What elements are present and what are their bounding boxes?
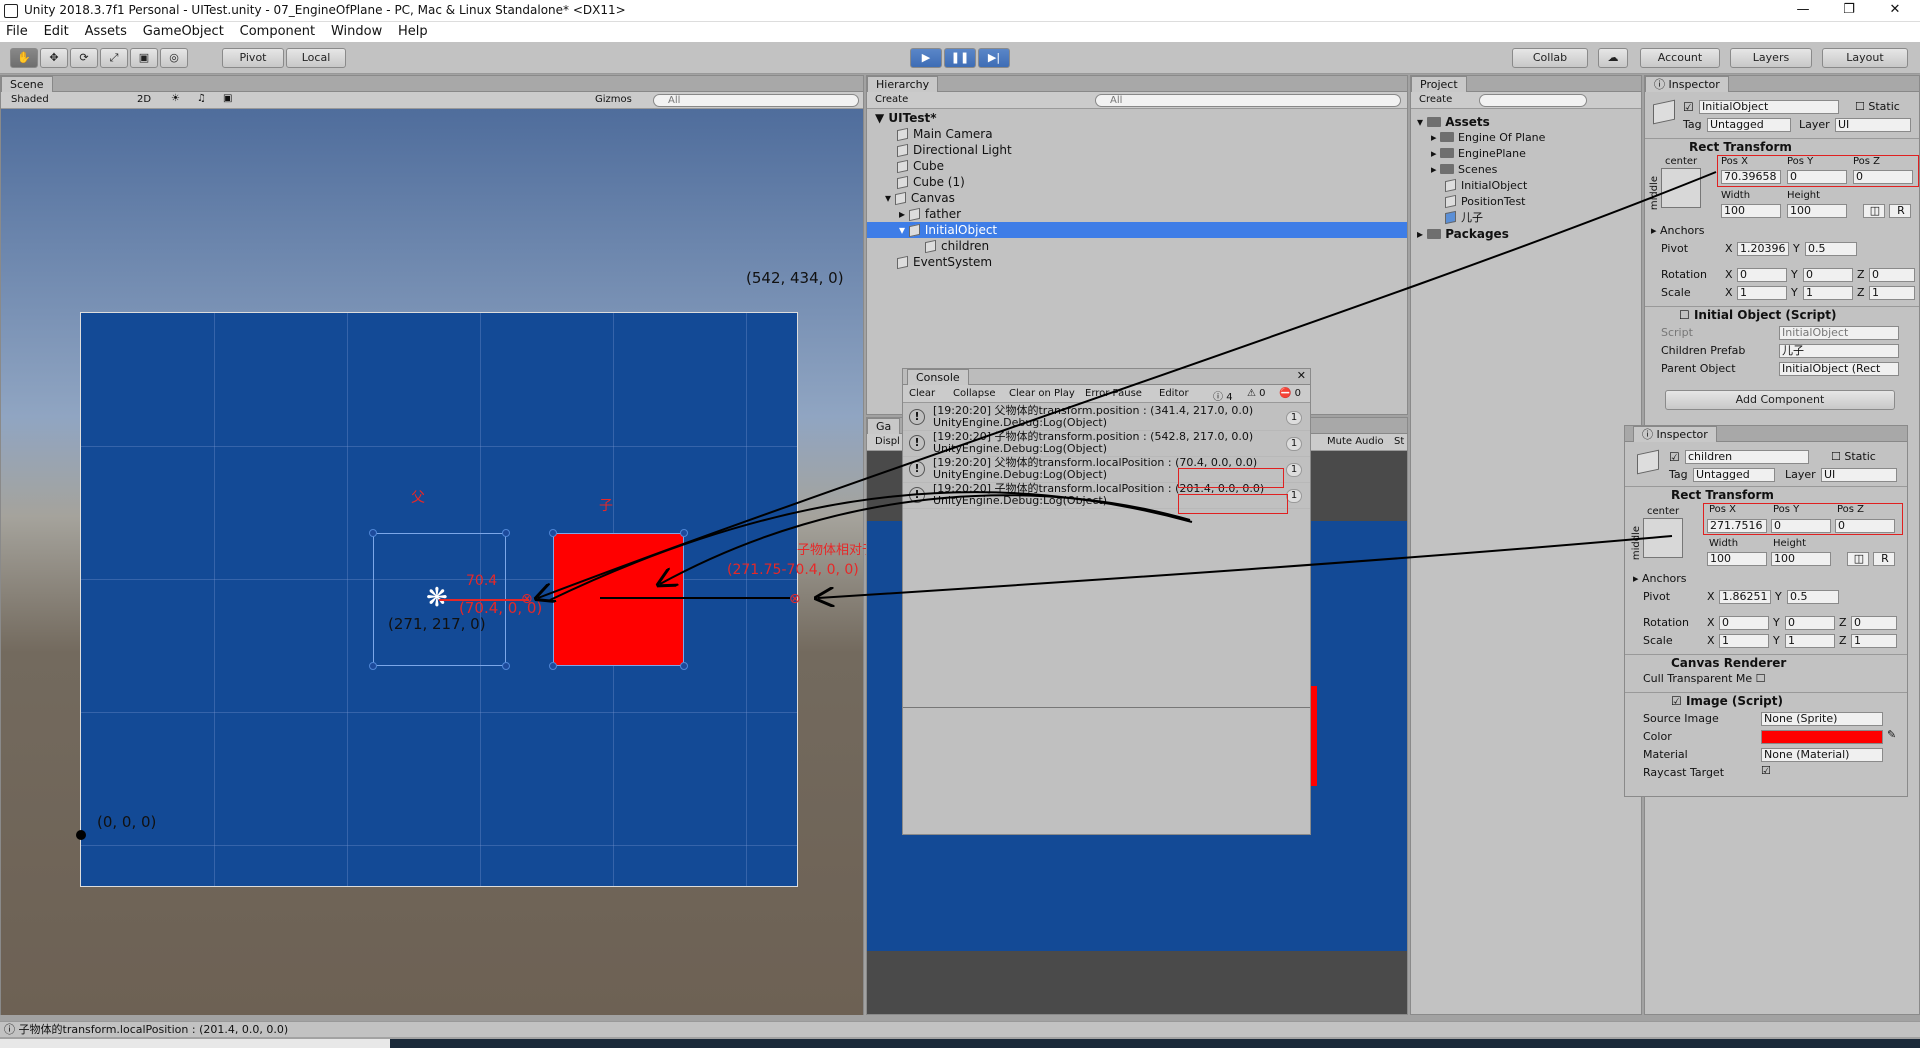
taskbar-search[interactable] bbox=[0, 1039, 390, 1048]
annotation-arrows bbox=[0, 171, 1717, 1048]
arrow-console-to-child bbox=[660, 494, 1191, 584]
info-icon: ⓘ bbox=[4, 1023, 15, 1036]
status-text[interactable]: 子物体的transform.localPosition : (201.4, 0.… bbox=[19, 1023, 289, 1036]
arrow-inspector2-to-child bbox=[818, 535, 1673, 598]
status-bar: ⓘ 子物体的transform.localPosition : (201.4, … bbox=[0, 1021, 1920, 1037]
